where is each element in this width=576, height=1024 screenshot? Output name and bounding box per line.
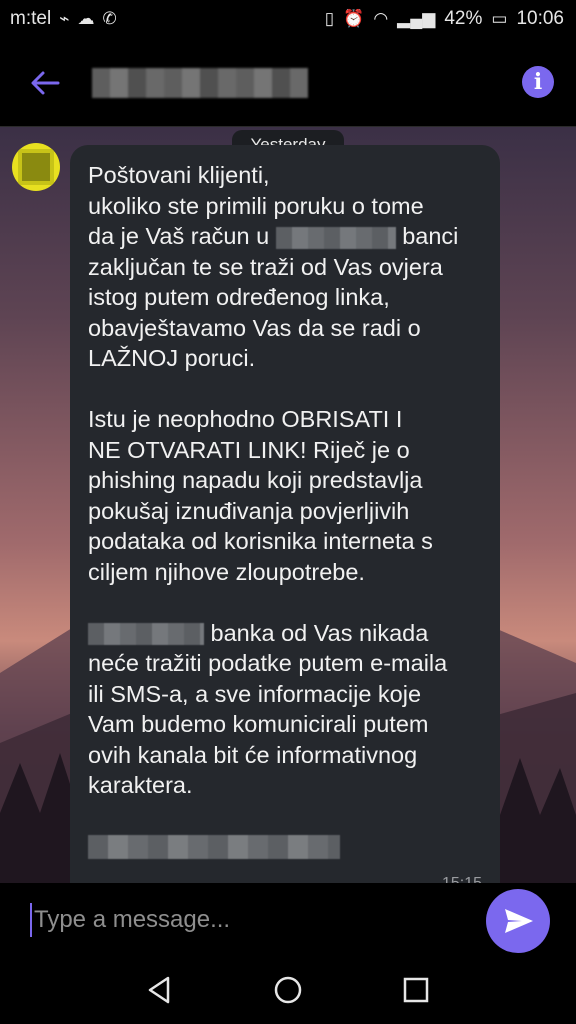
- alarm-icon: ⏰: [343, 9, 365, 28]
- message-line: LAŽNOJ poruci.: [88, 345, 256, 371]
- message-bubble[interactable]: Poštovani klijenti, ukoliko ste primili …: [70, 145, 500, 883]
- message-line: da je Vaš račun u: [88, 223, 276, 249]
- chat-area[interactable]: Yesterday Poštovani klijenti, ukoliko st…: [0, 127, 576, 883]
- nav-home-icon[interactable]: [271, 973, 305, 1007]
- contact-name-redacted: [92, 68, 308, 98]
- message-line: ukoliko ste primili poruku o tome: [88, 192, 424, 219]
- viber-icon: ✆: [102, 9, 117, 28]
- battery-percent: 42%: [444, 8, 483, 29]
- nav-recents-icon[interactable]: [399, 973, 433, 1007]
- clock: 10:06: [516, 8, 564, 29]
- message-paragraph: neće tražiti podatke putem e-maila ili S…: [88, 650, 448, 798]
- vibrate-icon: ▯: [324, 9, 335, 28]
- info-icon[interactable]: i: [522, 66, 554, 98]
- nav-back-icon[interactable]: [142, 973, 176, 1007]
- message-paragraph: Istu je neophodno OBRISATI I NE OTVARATI…: [88, 406, 433, 585]
- send-button[interactable]: [486, 889, 550, 953]
- redacted-signature: [88, 835, 340, 859]
- status-right: ▯ ⏰ ◠ ▂▄▆ 42% ▭ 10:06: [325, 8, 564, 30]
- message-time: 15:15: [442, 875, 482, 883]
- message-line: Poštovani klijenti,: [88, 162, 270, 188]
- message-line: banka od Vas nikada: [204, 619, 429, 646]
- composer: Type a message...: [0, 883, 576, 955]
- message-line: istog putem određenog linka,: [88, 284, 390, 310]
- cloud-icon: ☁: [77, 9, 95, 28]
- signal-icon: ▂▄▆: [397, 9, 436, 28]
- back-arrow-icon[interactable]: [28, 66, 62, 100]
- message-line: banci: [395, 223, 459, 249]
- usb-icon: ⌁: [59, 9, 70, 28]
- app-bar: i: [0, 40, 576, 127]
- message-line: zaključan te se traži od Vas ovjera: [88, 253, 443, 280]
- battery-icon: ▭: [491, 9, 508, 28]
- system-nav-bar: [0, 955, 576, 1024]
- carrier-label: m:tel: [10, 8, 52, 29]
- message-input[interactable]: Type a message...: [30, 903, 454, 937]
- wifi-icon: ◠: [373, 9, 389, 28]
- send-icon: [505, 909, 533, 933]
- redacted-bank-name: [275, 226, 396, 249]
- redacted-bank-name: [88, 623, 204, 646]
- message-text: Poštovani klijenti, ukoliko ste primili …: [88, 160, 493, 801]
- status-bar: m:tel ⌁ ☁ ✆ ▯ ⏰ ◠ ▂▄▆ 42% ▭ 10:06: [0, 0, 576, 40]
- message-line: obavještavamo Vas da se radi o: [88, 314, 421, 341]
- status-left: m:tel ⌁ ☁ ✆: [10, 8, 117, 30]
- avatar[interactable]: [12, 143, 60, 191]
